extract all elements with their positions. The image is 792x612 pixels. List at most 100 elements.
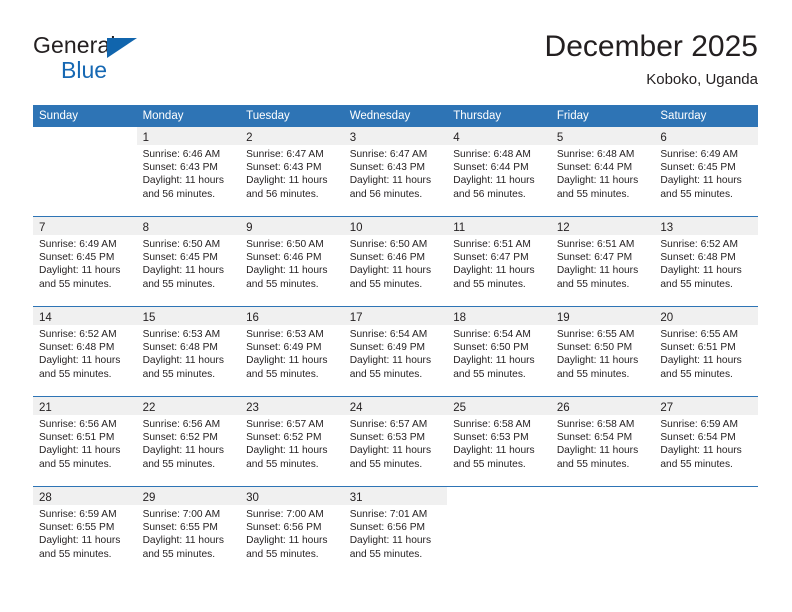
calendar-day-cell[interactable]: 23 Sunrise: 6:57 AM Sunset: 6:52 PM Dayligh… bbox=[240, 396, 344, 487]
day-cell-content: 21 Sunrise: 6:56 AM Sunset: 6:51 PM Dayligh… bbox=[33, 397, 137, 486]
calendar-week-row: 7 Sunrise: 6:49 AM Sunset: 6:45 PM Daylight… bbox=[33, 216, 758, 307]
day-number: 1 bbox=[142, 132, 149, 144]
day-cell-content: 28 Sunrise: 6:59 AM Sunset: 6:55 PM Dayligh… bbox=[33, 487, 137, 576]
sunrise-text: Sunrise: 6:51 AM bbox=[556, 239, 635, 250]
sunrise-text: Sunrise: 6:49 AM bbox=[39, 239, 117, 250]
calendar-day-cell[interactable]: 30 Sunrise: 7:00 AM Sunset: 6:56 PM Dayligh… bbox=[240, 486, 344, 576]
day-number: 12 bbox=[556, 222, 570, 234]
calendar-day-cell[interactable]: 5 Sunrise: 6:48 AM Sunset: 6:44 PM Daylight… bbox=[550, 127, 655, 217]
calendar-day-cell[interactable]: 27 Sunrise: 6:59 AM Sunset: 6:54 PM Dayligh… bbox=[654, 396, 758, 487]
day-number-band: 5 bbox=[550, 127, 655, 145]
daylight-text-line1: Daylight: 11 hours bbox=[246, 535, 328, 547]
day-number: 11 bbox=[453, 222, 466, 234]
day-sun-info: Sunrise: 7:00 AM Sunset: 6:56 PM Daylight:… bbox=[240, 505, 344, 561]
day-number: 7 bbox=[39, 222, 46, 234]
calendar-day-cell[interactable]: 16 Sunrise: 6:53 AM Sunset: 6:49 PM Dayligh… bbox=[240, 306, 344, 397]
calendar-day-cell[interactable]: 29 Sunrise: 7:00 AM Sunset: 6:55 PM Dayligh… bbox=[136, 486, 241, 576]
calendar-day-cell[interactable]: 11 Sunrise: 6:51 AM Sunset: 6:47 PM Dayligh… bbox=[447, 216, 551, 307]
daylight-text-line1: Daylight: 11 hours bbox=[660, 265, 742, 277]
calendar-day-cell[interactable]: 8 Sunrise: 6:50 AM Sunset: 6:45 PM Daylight… bbox=[136, 216, 241, 307]
daylight-text-line1: Daylight: 11 hours bbox=[39, 445, 121, 457]
day-number-band: 22 bbox=[136, 397, 241, 415]
day-sun-info: Sunrise: 6:49 AM Sunset: 6:45 PM Daylight:… bbox=[654, 145, 758, 201]
daylight-text-line2: and 55 minutes. bbox=[556, 278, 630, 290]
day-cell-content: 30 Sunrise: 7:00 AM Sunset: 6:56 PM Dayligh… bbox=[240, 487, 344, 576]
calendar-day-cell[interactable]: 24 Sunrise: 6:57 AM Sunset: 6:53 PM Dayligh… bbox=[343, 396, 448, 487]
calendar-week-row: 21 Sunrise: 6:56 AM Sunset: 6:51 PM Dayligh… bbox=[33, 396, 758, 487]
day-cell-content: 10 Sunrise: 6:50 AM Sunset: 6:46 PM Dayligh… bbox=[343, 217, 448, 306]
calendar-day-cell[interactable]: 12 Sunrise: 6:51 AM Sunset: 6:47 PM Dayligh… bbox=[550, 216, 655, 307]
calendar-day-cell[interactable]: 28 Sunrise: 6:59 AM Sunset: 6:55 PM Dayligh… bbox=[33, 486, 137, 576]
calendar-day-cell[interactable]: 22 Sunrise: 6:56 AM Sunset: 6:52 PM Dayligh… bbox=[136, 396, 241, 487]
calendar-day-cell[interactable]: 15 Sunrise: 6:53 AM Sunset: 6:48 PM Dayligh… bbox=[136, 306, 241, 397]
calendar-day-cell[interactable]: 4 Sunrise: 6:48 AM Sunset: 6:44 PM Daylight… bbox=[447, 127, 551, 217]
calendar-day-cell[interactable]: 7 Sunrise: 6:49 AM Sunset: 6:45 PM Daylight… bbox=[33, 216, 137, 307]
day-cell-content: 31 Sunrise: 7:01 AM Sunset: 6:56 PM Dayligh… bbox=[343, 487, 448, 576]
logo-triangle-icon bbox=[107, 38, 137, 58]
day-cell-content: 6 Sunrise: 6:49 AM Sunset: 6:45 PM Daylight… bbox=[654, 127, 758, 216]
general-blue-logo[interactable]: General Blue bbox=[33, 32, 153, 90]
calendar-day-cell[interactable]: 21 Sunrise: 6:56 AM Sunset: 6:51 PM Dayligh… bbox=[33, 396, 137, 487]
day-number: 14 bbox=[39, 312, 52, 324]
sunrise-text: Sunrise: 6:47 AM bbox=[349, 149, 428, 160]
day-number: 8 bbox=[142, 222, 149, 234]
sunset-text: Sunset: 6:51 PM bbox=[660, 342, 736, 354]
day-sun-info: Sunrise: 6:48 AM Sunset: 6:44 PM Daylight:… bbox=[447, 145, 551, 201]
daylight-text-line2: and 55 minutes. bbox=[142, 548, 216, 560]
weekday-header-wednesday: Wednesday bbox=[343, 105, 448, 127]
sunrise-text: Sunrise: 7:00 AM bbox=[142, 509, 221, 520]
sunset-text: Sunset: 6:45 PM bbox=[660, 162, 736, 174]
calendar-day-cell[interactable]: 2 Sunrise: 6:47 AM Sunset: 6:43 PM Daylight… bbox=[240, 127, 344, 217]
calendar-day-cell[interactable]: 1 Sunrise: 6:46 AM Sunset: 6:43 PM Daylight… bbox=[136, 127, 241, 217]
day-number-band: 27 bbox=[654, 397, 758, 415]
sunrise-text: Sunrise: 6:57 AM bbox=[349, 419, 428, 430]
day-number-band: 21 bbox=[33, 397, 137, 415]
day-number: 29 bbox=[142, 492, 156, 504]
day-sun-info: Sunrise: 6:53 AM Sunset: 6:48 PM Daylight:… bbox=[137, 325, 241, 381]
sunset-text: Sunset: 6:49 PM bbox=[349, 342, 426, 354]
day-sun-info: Sunrise: 6:47 AM Sunset: 6:43 PM Daylight:… bbox=[344, 145, 448, 201]
day-sun-info: Sunrise: 6:47 AM Sunset: 6:43 PM Daylight:… bbox=[240, 145, 344, 201]
calendar-day-cell[interactable]: 3 Sunrise: 6:47 AM Sunset: 6:43 PM Daylight… bbox=[343, 127, 448, 217]
calendar-day-cell[interactable]: 25 Sunrise: 6:58 AM Sunset: 6:53 PM Dayligh… bbox=[447, 396, 551, 487]
sunset-text: Sunset: 6:55 PM bbox=[39, 522, 115, 534]
sunrise-text: Sunrise: 6:49 AM bbox=[660, 149, 738, 160]
sunset-text: Sunset: 6:48 PM bbox=[142, 342, 218, 354]
day-number: 5 bbox=[556, 132, 564, 144]
day-number: 23 bbox=[246, 402, 259, 414]
day-sun-info: Sunrise: 7:01 AM Sunset: 6:56 PM Daylight:… bbox=[344, 505, 448, 561]
day-cell-content: 20 Sunrise: 6:55 AM Sunset: 6:51 PM Dayligh… bbox=[654, 307, 758, 396]
calendar-day-cell[interactable]: 13 Sunrise: 6:52 AM Sunset: 6:48 PM Dayligh… bbox=[654, 216, 758, 307]
sunrise-text: Sunrise: 6:58 AM bbox=[453, 419, 531, 430]
day-cell-content: 15 Sunrise: 6:53 AM Sunset: 6:48 PM Dayligh… bbox=[136, 307, 241, 396]
daylight-text-line2: and 55 minutes. bbox=[142, 368, 216, 380]
day-sun-info: Sunrise: 6:50 AM Sunset: 6:45 PM Daylight:… bbox=[137, 235, 241, 291]
calendar-day-cell[interactable]: 31 Sunrise: 7:01 AM Sunset: 6:56 PM Dayligh… bbox=[343, 486, 448, 576]
calendar-grid: Sunday Monday Tuesday Wednesday Thursday Frid… bbox=[33, 105, 758, 576]
calendar-day-cell[interactable]: 19 Sunrise: 6:55 AM Sunset: 6:50 PM Dayligh… bbox=[550, 306, 655, 397]
day-sun-info: Sunrise: 6:58 AM Sunset: 6:53 PM Daylight:… bbox=[447, 415, 551, 471]
calendar-day-cell[interactable]: 9 Sunrise: 6:50 AM Sunset: 6:46 PM Daylight… bbox=[240, 216, 344, 307]
day-number-band: 18 bbox=[447, 307, 551, 325]
sunset-text: Sunset: 6:48 PM bbox=[660, 252, 736, 264]
day-number: 17 bbox=[349, 312, 363, 324]
daylight-text-line2: and 55 minutes. bbox=[39, 458, 112, 470]
calendar-day-cell[interactable]: 10 Sunrise: 6:50 AM Sunset: 6:46 PM Dayligh… bbox=[343, 216, 448, 307]
calendar-day-cell[interactable]: 18 Sunrise: 6:54 AM Sunset: 6:50 PM Dayligh… bbox=[447, 306, 551, 397]
sunrise-text: Sunrise: 6:52 AM bbox=[660, 239, 738, 250]
calendar-day-cell[interactable]: 14 Sunrise: 6:52 AM Sunset: 6:48 PM Dayligh… bbox=[33, 306, 137, 397]
calendar-day-cell[interactable]: 20 Sunrise: 6:55 AM Sunset: 6:51 PM Dayligh… bbox=[654, 306, 758, 397]
day-cell-content: 2 Sunrise: 6:47 AM Sunset: 6:43 PM Daylight… bbox=[240, 127, 344, 216]
calendar-day-cell[interactable]: 17 Sunrise: 6:54 AM Sunset: 6:49 PM Dayligh… bbox=[343, 306, 448, 397]
sunset-text: Sunset: 6:51 PM bbox=[39, 432, 115, 444]
calendar-day-cell[interactable]: 26 Sunrise: 6:58 AM Sunset: 6:54 PM Dayligh… bbox=[550, 396, 655, 487]
daylight-text-line2: and 55 minutes. bbox=[453, 458, 526, 470]
calendar-day-cell[interactable]: 6 Sunrise: 6:49 AM Sunset: 6:45 PM Daylight… bbox=[654, 127, 758, 217]
weekday-header-row: Sunday Monday Tuesday Wednesday Thursday Frid… bbox=[33, 105, 758, 127]
daylight-text-line2: and 55 minutes. bbox=[556, 368, 630, 380]
day-number-band: 13 bbox=[654, 217, 758, 235]
daylight-text-line1: Daylight: 11 hours bbox=[349, 355, 432, 367]
day-number: 13 bbox=[660, 222, 674, 234]
day-sun-info: Sunrise: 6:59 AM Sunset: 6:55 PM Daylight:… bbox=[33, 505, 137, 561]
daylight-text-line2: and 55 minutes. bbox=[39, 368, 112, 380]
